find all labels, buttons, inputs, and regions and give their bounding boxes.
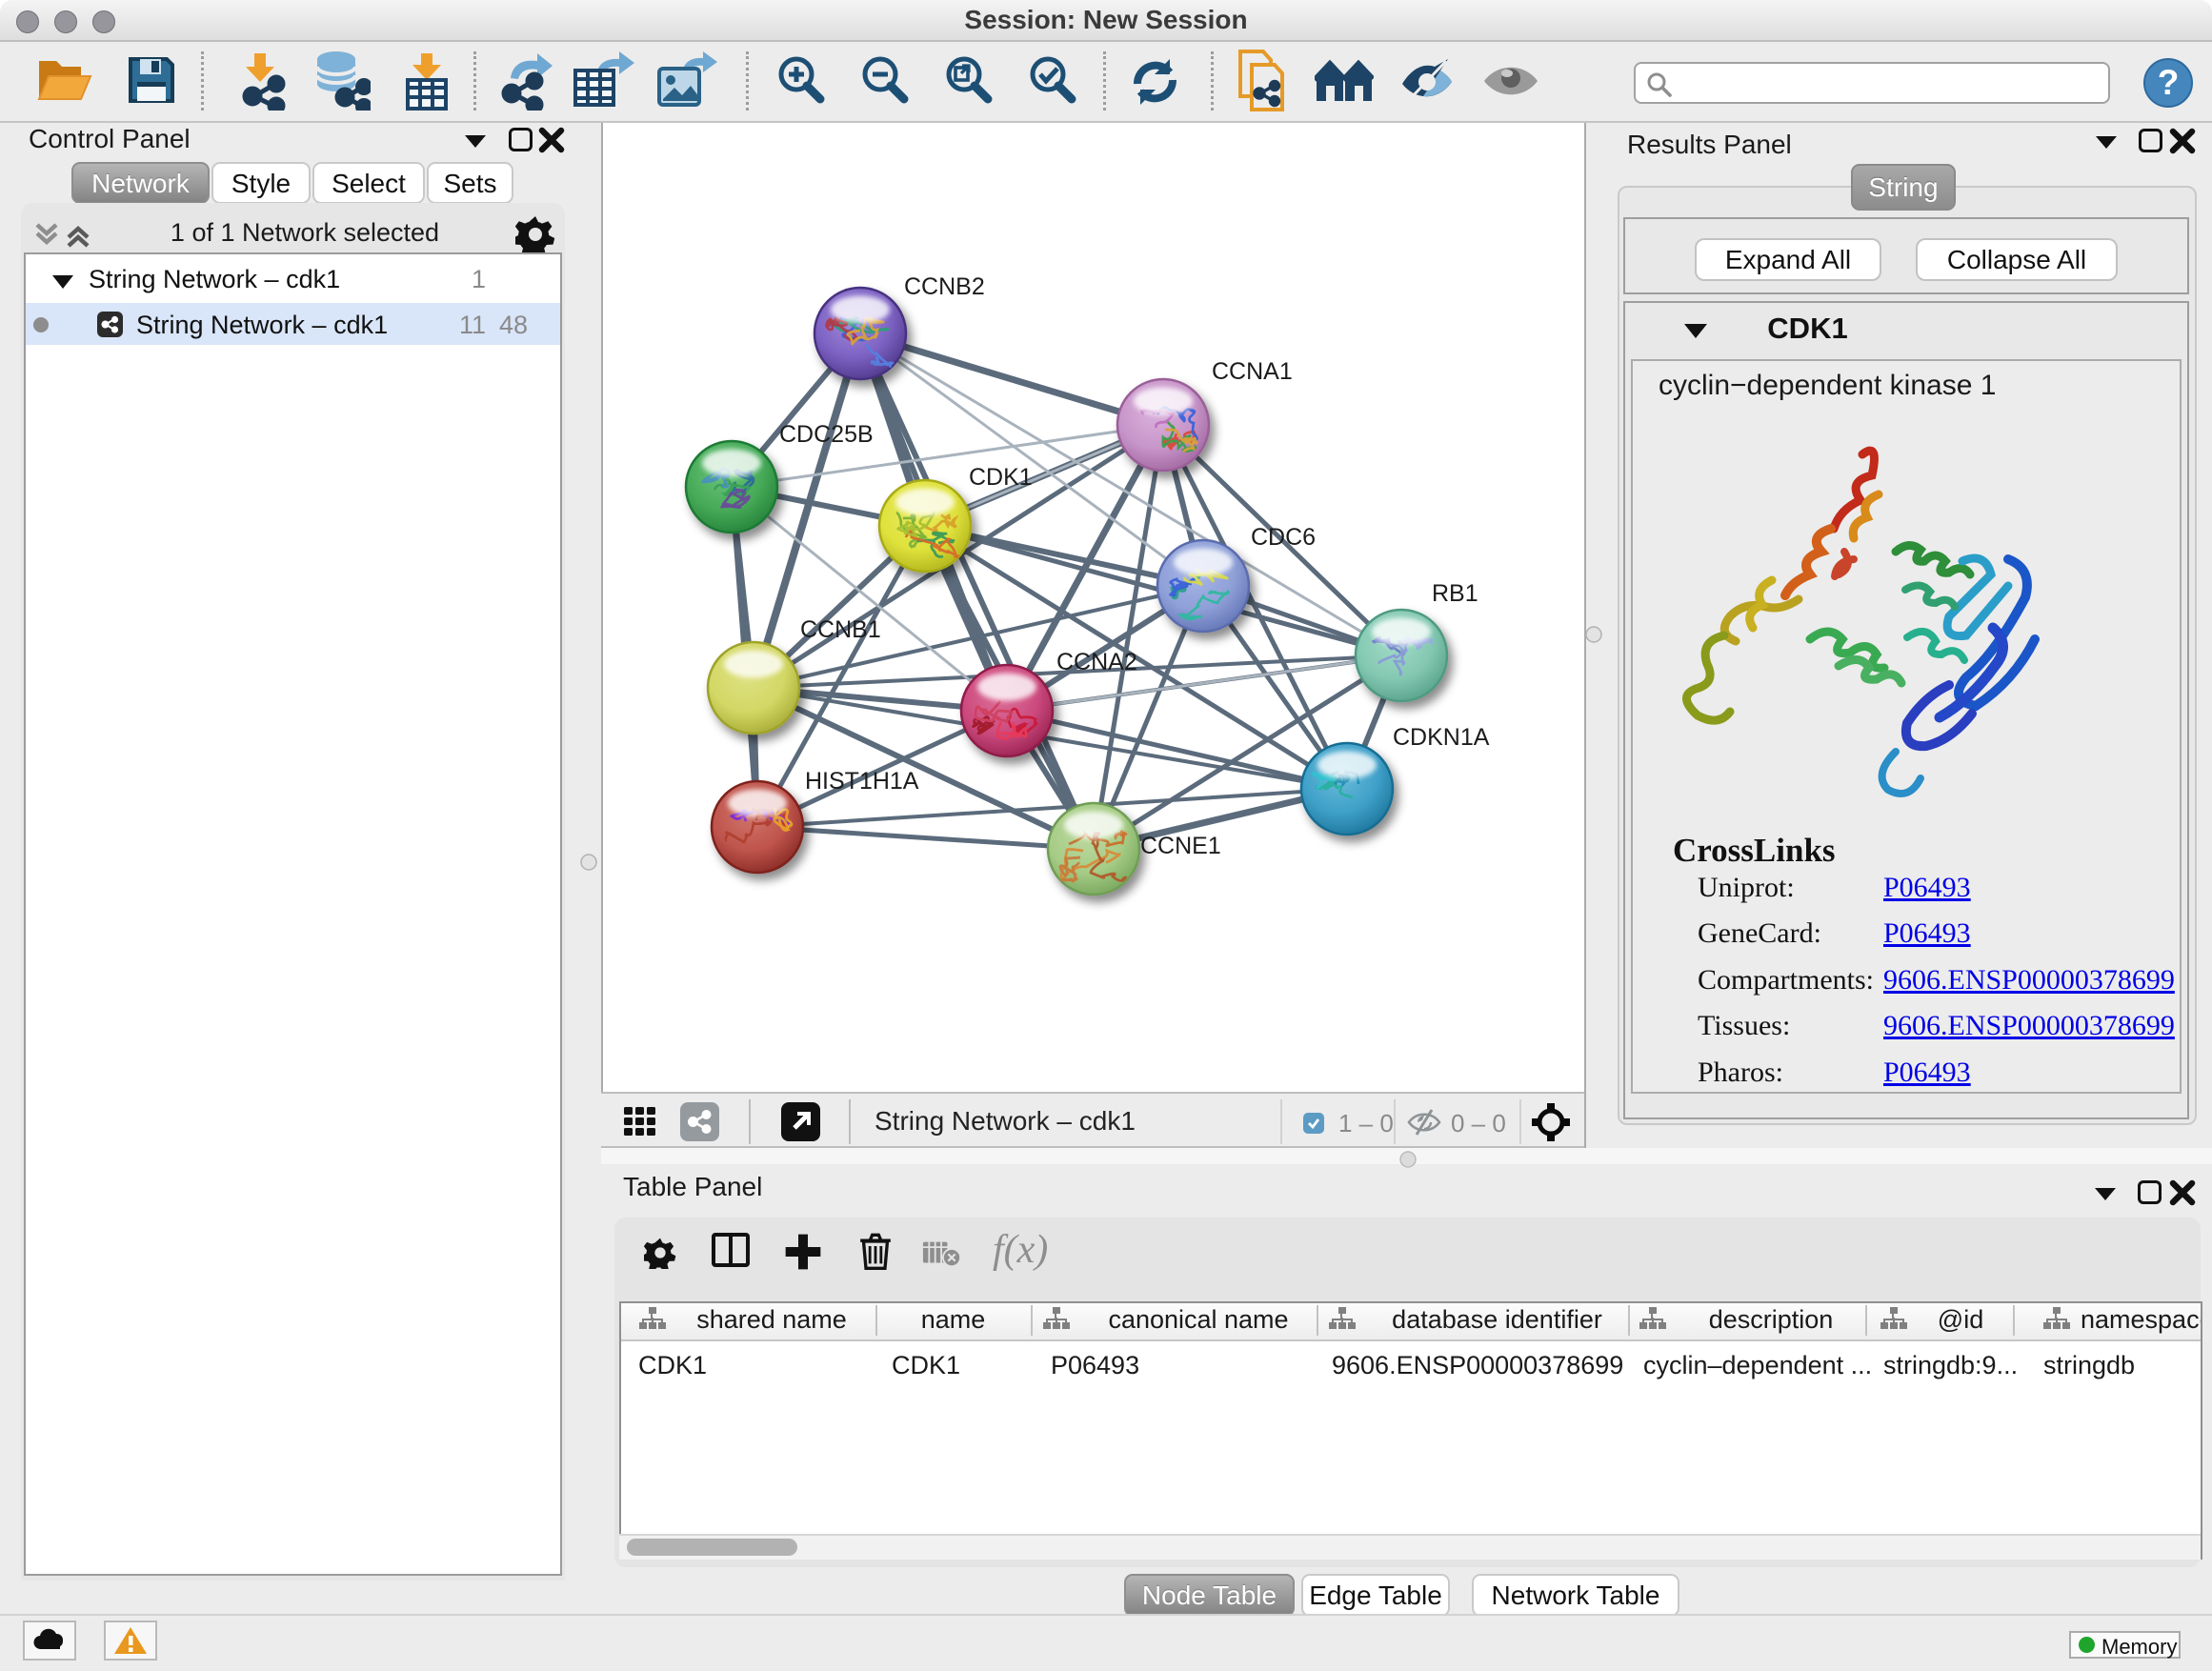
svg-text:CDC25B: CDC25B <box>779 421 874 448</box>
svg-text:CDKN1A: CDKN1A <box>1393 724 1490 751</box>
svg-text:CCNB1: CCNB1 <box>800 616 881 643</box>
svg-text:CDK1: CDK1 <box>969 464 1033 491</box>
svg-text:CCNA1: CCNA1 <box>1212 358 1293 385</box>
svg-text:HIST1H1A: HIST1H1A <box>805 768 919 795</box>
svg-text:CCNE1: CCNE1 <box>1140 833 1221 859</box>
svg-text:CCNA2: CCNA2 <box>1056 649 1137 675</box>
svg-text:CDC6: CDC6 <box>1251 524 1316 551</box>
svg-text:RB1: RB1 <box>1432 580 1478 607</box>
svg-text:CCNB2: CCNB2 <box>904 273 985 300</box>
